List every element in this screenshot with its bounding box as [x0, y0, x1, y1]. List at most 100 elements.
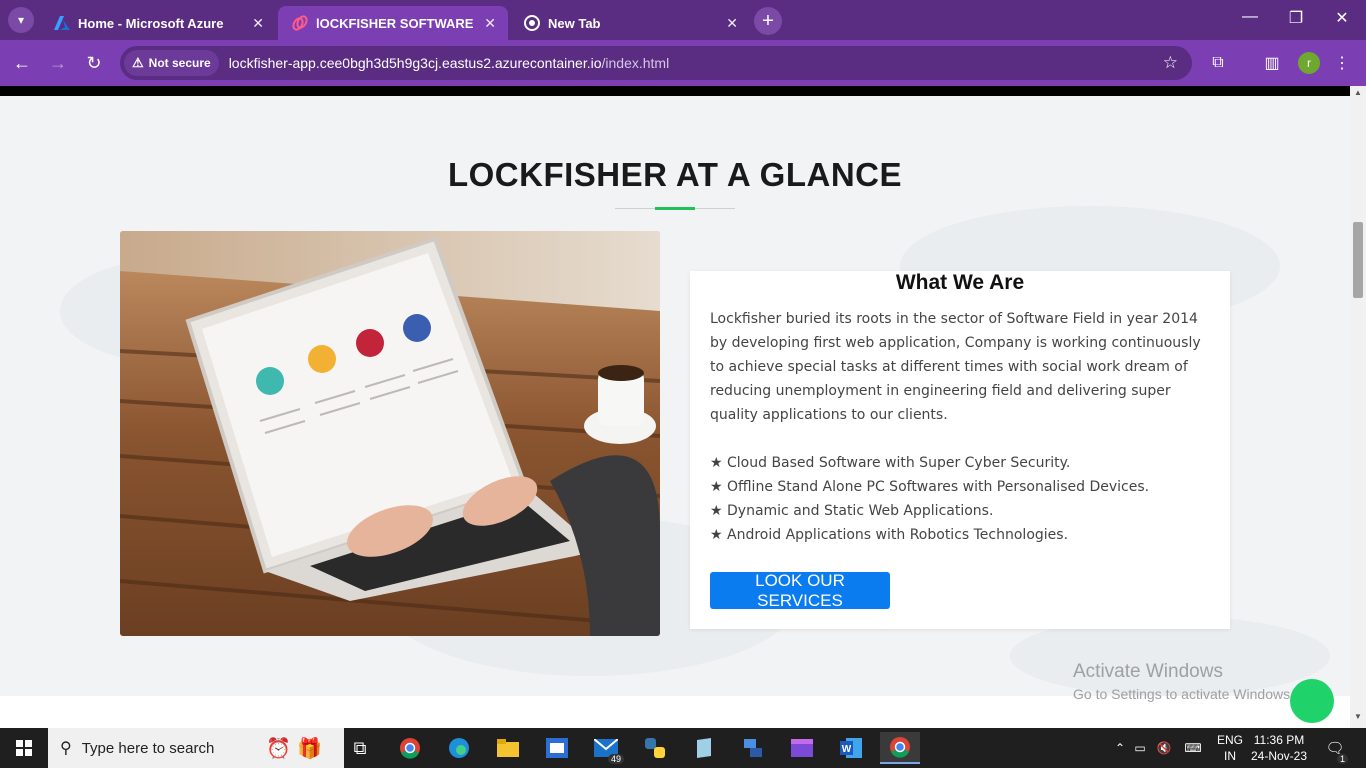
section-title: LOCKFISHER AT A GLANCE — [447, 156, 903, 193]
folder-icon — [497, 739, 519, 757]
system-tray: ⌃ ▭ 🔇 ⌨ — [1112, 728, 1210, 768]
kebab-menu-icon: ⋮ — [1334, 55, 1350, 72]
taskbar-network-app[interactable] — [733, 732, 773, 764]
task-view-button[interactable]: ⧉ — [340, 732, 380, 764]
speaker-muted-icon[interactable]: 🔇 — [1152, 741, 1176, 755]
tab-search-menu-button[interactable]: ▾ — [8, 7, 34, 33]
azure-icon — [54, 15, 70, 31]
taskbar-clock[interactable]: 11:36 PM 24-Nov-23 — [1248, 732, 1310, 764]
store-icon — [546, 738, 568, 758]
chrome-icon — [890, 737, 910, 758]
watermark-title: Activate Windows — [1073, 661, 1223, 682]
arrow-right-icon: → — [49, 52, 67, 73]
header-bottom-edge — [0, 86, 1350, 96]
profile-avatar[interactable]: r — [1298, 52, 1320, 74]
taskbar-mail[interactable]: 49 — [586, 732, 626, 764]
taskbar-notepad[interactable] — [684, 732, 724, 764]
clapperboard-icon — [791, 739, 813, 757]
scrollbar-thumb[interactable] — [1353, 222, 1363, 298]
notifications-button[interactable]: 🗨 1 — [1320, 732, 1350, 764]
reload-button[interactable]: ↻ — [82, 51, 106, 75]
input-language[interactable]: ENG IN — [1214, 732, 1246, 764]
taskbar-chrome-active[interactable] — [880, 732, 920, 764]
back-button[interactable]: ← — [10, 51, 34, 75]
notepad-icon — [697, 738, 711, 758]
forward-button[interactable]: → — [46, 51, 70, 75]
url-host: lockfisher-app.cee0bgh3d5h9g3cj.eastus2.… — [228, 55, 602, 71]
chevron-down-icon: ▾ — [17, 13, 25, 27]
network-icon — [744, 739, 762, 757]
title-divider-accent — [655, 207, 695, 210]
task-view-icon: ⧉ — [353, 737, 367, 758]
taskbar-file-explorer[interactable] — [488, 732, 528, 764]
close-window-button[interactable]: ✕ — [1322, 8, 1362, 28]
battery-icon[interactable]: ▭ — [1128, 741, 1152, 755]
more-menu-button[interactable]: ⋮ — [1330, 51, 1354, 75]
mail-badge: 49 — [607, 754, 624, 764]
keyboard-icon[interactable]: ⌨ — [1176, 741, 1210, 755]
list-item: ★ Android Applications with Robotics Tec… — [710, 527, 1069, 543]
what-we-are-card: What We Are Lockfisher buried its roots … — [690, 271, 1230, 629]
windows-logo-icon — [16, 740, 32, 756]
taskbar-store[interactable] — [537, 732, 577, 764]
tab-home-microsoft-azure[interactable]: Home - Microsoft Azure ✕ — [40, 6, 276, 40]
side-panel-button[interactable]: ▥ — [1260, 51, 1284, 75]
security-label: Not secure — [148, 56, 211, 70]
chat-widget-button[interactable] — [1290, 679, 1334, 723]
watermark-subtitle: Go to Settings to activate Windows. — [1073, 686, 1294, 702]
card-description: Lockfisher buried its roots in the secto… — [710, 311, 1201, 423]
list-item: ★ Dynamic and Static Web Applications. — [710, 503, 994, 519]
activate-windows-watermark: Activate Windows Go to Settings to activ… — [1073, 661, 1294, 702]
start-button[interactable] — [0, 728, 48, 768]
taskbar-edge[interactable] — [439, 732, 479, 764]
svg-text:W: W — [842, 744, 852, 755]
site-info-button[interactable]: ⚠ Not secure — [124, 50, 219, 76]
new-tab-button[interactable]: + — [754, 7, 782, 35]
lockfisher-icon — [292, 15, 308, 31]
url-text[interactable]: lockfisher-app.cee0bgh3d5h9g3cj.eastus2.… — [229, 55, 670, 71]
language-code: ENG — [1216, 733, 1243, 747]
arrow-left-icon: ← — [13, 52, 31, 73]
search-placeholder: Type here to search — [81, 739, 215, 757]
chrome-icon — [400, 738, 420, 759]
alarm-clock-icon: ⏰ — [266, 737, 292, 760]
restore-button[interactable]: ❐ — [1276, 8, 1316, 28]
warning-icon: ⚠ — [132, 55, 144, 70]
look-our-services-button[interactable]: LOOK OUR SERVICES — [710, 571, 890, 610]
scroll-up-arrow-icon[interactable]: ▲ — [1350, 88, 1366, 97]
chevron-up-icon[interactable]: ⌃ — [1112, 741, 1128, 755]
tab-title: lOCKFISHER SOFTWARE TECHN — [316, 15, 476, 31]
browser-toolbar: ← → ↻ ⚠ Not secure lockfisher-app.cee0bg… — [0, 40, 1366, 86]
bookmark-star-icon[interactable]: ☆ — [1163, 53, 1178, 73]
card-title: What We Are — [895, 271, 1025, 294]
taskbar-search[interactable]: ⚲ Type here to search ⏰ 🎁 — [48, 728, 344, 768]
taskbar-video-editor[interactable] — [782, 732, 822, 764]
notification-count: 1 — [1336, 754, 1348, 764]
extensions-button[interactable]: ⧉ — [1206, 51, 1230, 75]
address-bar[interactable]: ⚠ Not secure lockfisher-app.cee0bgh3d5h9… — [120, 46, 1192, 80]
browser-tab-bar: ▾ Home - Microsoft Azure ✕ lOCKFISHER SO… — [0, 0, 1366, 40]
close-icon: ✕ — [1335, 10, 1349, 27]
restore-icon: ❐ — [1288, 10, 1304, 27]
edge-icon — [449, 738, 469, 758]
close-icon[interactable]: ✕ — [484, 15, 496, 32]
tab-new-tab[interactable]: New Tab ✕ — [510, 6, 750, 40]
close-icon[interactable]: ✕ — [252, 15, 264, 32]
list-item: ★ Offline Stand Alone PC Softwares with … — [710, 479, 1150, 495]
plus-icon: + — [762, 9, 774, 32]
taskbar-word[interactable]: W — [831, 732, 871, 764]
url-path: /index.html — [601, 55, 670, 71]
side-panel-icon: ▥ — [1264, 55, 1280, 72]
minimize-icon: — — [1242, 8, 1258, 25]
tab-title: New Tab — [548, 15, 601, 31]
taskbar-chrome[interactable] — [390, 732, 430, 764]
tab-lockfisher[interactable]: lOCKFISHER SOFTWARE TECHN ✕ — [278, 6, 508, 40]
close-icon[interactable]: ✕ — [726, 15, 738, 32]
minimize-button[interactable]: — — [1230, 8, 1270, 26]
taskbar-python[interactable] — [635, 732, 675, 764]
page-scrollbar[interactable]: ▲ ▼ — [1350, 86, 1366, 728]
scroll-down-arrow-icon[interactable]: ▼ — [1350, 712, 1366, 721]
language-region: IN — [1224, 749, 1236, 763]
windows-taskbar: ⚲ Type here to search ⏰ 🎁 ⧉ 49 W ⌃ ▭ 🔇 ⌨… — [0, 728, 1366, 768]
page-viewport: LOCKFISHER AT A GLANCE What We Are Lockf… — [0, 86, 1366, 728]
